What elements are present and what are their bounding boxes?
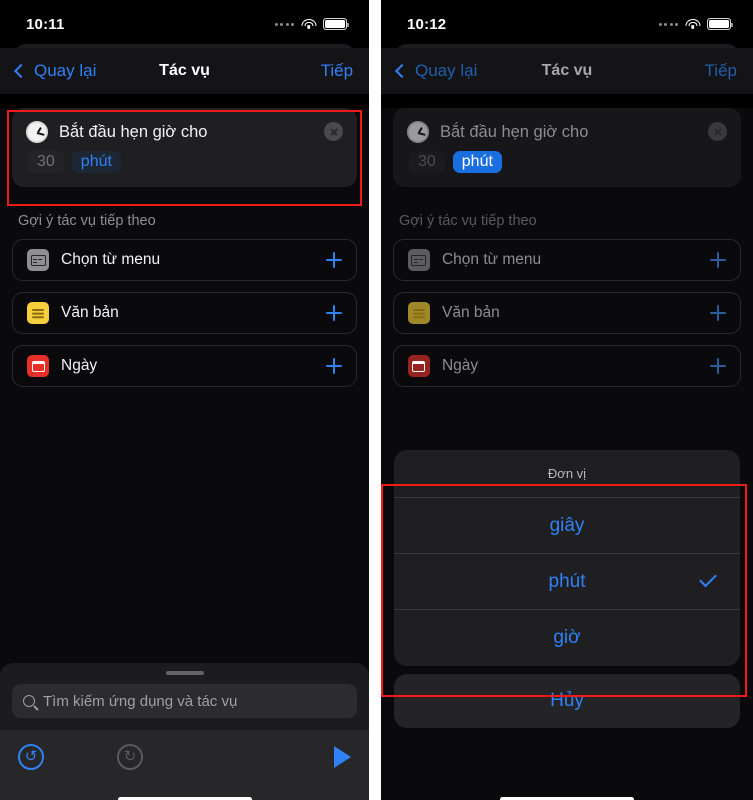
wifi-icon [301, 18, 317, 30]
list-item-label: Chọn từ menu [61, 251, 161, 268]
plus-icon[interactable] [325, 252, 342, 269]
status-indicators [274, 18, 350, 30]
cellular-dots-icon [274, 22, 295, 26]
cancel-button[interactable]: Hủy [393, 674, 740, 728]
status-time: 10:11 [26, 15, 65, 33]
status-bar: 10:12 [380, 0, 753, 48]
home-indicator-area [381, 784, 753, 800]
clock-icon [26, 121, 48, 143]
next-button[interactable]: Tiếp [705, 61, 737, 81]
plus-icon[interactable] [325, 305, 342, 322]
redo-icon [117, 744, 143, 770]
duration-value-field[interactable]: 30 [408, 151, 445, 173]
back-button-label: Quay lại [34, 61, 97, 80]
back-button[interactable]: Quay lại [394, 61, 478, 81]
search-icon [23, 695, 35, 707]
plus-icon[interactable] [709, 305, 726, 322]
close-circle-icon[interactable] [324, 122, 344, 141]
menu-icon [27, 249, 49, 271]
back-button-label: Quay lại [414, 61, 478, 80]
chevron-left-icon [13, 63, 29, 79]
calendar-icon [407, 355, 430, 377]
action-card-timer[interactable]: Bắt đầu hẹn giờ cho 30 phút [392, 108, 741, 187]
nav-bar: Quay lại Tác vụ Tiếp [380, 48, 753, 94]
text-icon [27, 302, 49, 324]
suggestions-list: Chọn từ menu Văn bản Ngày [12, 239, 358, 387]
action-card-header: Bắt đầu hẹn giờ cho [26, 121, 343, 143]
editor-toolbar [0, 730, 370, 784]
panel-divider [369, 0, 375, 800]
list-item-label: Ngày [441, 357, 479, 374]
action-card-timer[interactable]: Bắt đầu hẹn giờ cho 30 phút [12, 108, 358, 187]
list-item-label: Chọn từ menu [441, 251, 542, 268]
list-item-label: Ngày [61, 357, 98, 374]
home-indicator[interactable] [117, 796, 252, 800]
battery-icon [707, 18, 733, 30]
bottom-panel: Tìm kiếm ứng dụng và tác vụ [0, 662, 370, 800]
search-panel: Tìm kiếm ứng dụng và tác vụ [0, 662, 370, 730]
close-circle-icon[interactable] [708, 122, 727, 141]
list-item[interactable]: Ngày [392, 345, 741, 387]
plus-icon[interactable] [709, 252, 726, 269]
option-label: giây [549, 514, 585, 536]
duration-value-field[interactable]: 30 [28, 151, 64, 173]
action-sheet-option-minutes[interactable]: phút [393, 554, 740, 610]
home-indicator[interactable] [499, 796, 634, 800]
action-title: Bắt đầu hẹn giờ cho [59, 122, 208, 141]
list-item[interactable]: Chọn từ menu [392, 239, 741, 281]
clock-icon [406, 121, 429, 143]
suggestions-list: Chọn từ menu Văn bản Ngày [392, 239, 741, 387]
drag-handle[interactable] [165, 670, 204, 675]
suggestions-heading: Gợi ý tác vụ tiếp theo [18, 213, 156, 229]
menu-icon [407, 249, 430, 271]
action-parameters: 30 phút [407, 151, 727, 173]
wifi-icon [685, 18, 700, 30]
list-item[interactable]: Ngày [12, 345, 358, 387]
status-indicators [658, 18, 733, 30]
list-item[interactable]: Chọn từ menu [12, 239, 358, 281]
list-item[interactable]: Văn bản [12, 292, 358, 334]
action-title: Bắt đầu hẹn giờ cho [439, 122, 589, 141]
nav-bar: Quay lại Tác vụ Tiếp [0, 48, 370, 94]
action-sheet-title: Đơn vị [393, 450, 740, 498]
status-time: 10:12 [406, 15, 447, 33]
plus-icon[interactable] [709, 358, 726, 375]
battery-icon [323, 18, 350, 30]
duration-unit-button[interactable]: phút [452, 151, 502, 173]
checkmark-icon [699, 569, 717, 588]
suggestions-heading: Gợi ý tác vụ tiếp theo [398, 213, 537, 229]
phone-screen-right: 10:12 Quay lại Tác vụ Tiếp Bắt đầu hẹn g… [380, 0, 753, 800]
action-sheet-option-hours[interactable]: giờ [394, 610, 740, 666]
search-placeholder: Tìm kiếm ứng dụng và tác vụ [43, 692, 238, 710]
home-indicator-area [0, 784, 370, 800]
option-label: giờ [553, 627, 581, 648]
search-input[interactable]: Tìm kiếm ứng dụng và tác vụ [12, 684, 358, 718]
action-parameters: 30 phút [26, 151, 343, 173]
chevron-left-icon [394, 63, 410, 79]
back-button[interactable]: Quay lại [13, 61, 97, 81]
duration-unit-button[interactable]: phút [71, 151, 121, 173]
action-card-header: Bắt đầu hẹn giờ cho [406, 121, 727, 143]
list-item-label: Văn bản [441, 304, 500, 321]
list-item-label: Văn bản [61, 304, 119, 321]
unit-action-sheet: Đơn vị giây phút giờ Hủy [393, 450, 740, 728]
screen-content: Bắt đầu hẹn giờ cho 30 phút Gợi ý tác vụ… [380, 108, 753, 800]
status-bar: 10:11 [0, 0, 370, 48]
text-icon [407, 302, 430, 324]
undo-icon[interactable] [18, 744, 44, 770]
list-item[interactable]: Văn bản [392, 292, 741, 334]
action-sheet-options: Đơn vị giây phút giờ [393, 450, 740, 666]
plus-icon[interactable] [325, 358, 342, 375]
phone-screen-left: 10:11 Quay lại Tác vụ Tiếp Bắt đầu hẹn g… [0, 0, 370, 800]
option-label: phút [548, 570, 586, 592]
screen-content: Bắt đầu hẹn giờ cho 30 phút Gợi ý tác vụ… [0, 108, 370, 800]
screenshot-stage: 10:11 Quay lại Tác vụ Tiếp Bắt đầu hẹn g… [0, 0, 753, 800]
cellular-dots-icon [658, 22, 678, 26]
calendar-icon [27, 355, 49, 377]
next-button[interactable]: Tiếp [321, 61, 353, 81]
action-sheet-option-seconds[interactable]: giây [393, 498, 740, 554]
play-icon[interactable] [334, 746, 352, 768]
